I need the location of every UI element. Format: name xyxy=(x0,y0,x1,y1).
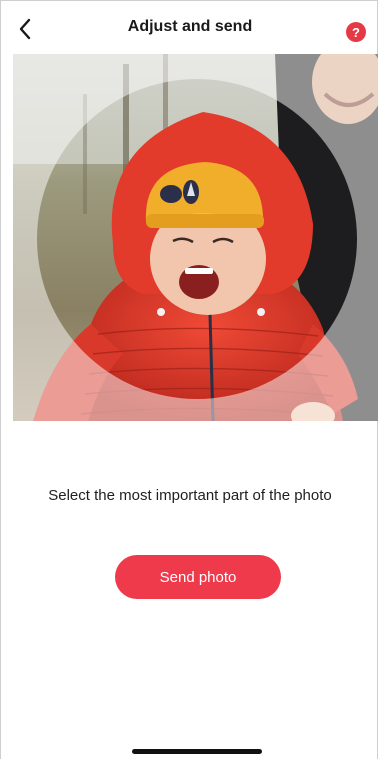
photo-image xyxy=(13,54,378,421)
screen: Adjust and send ? Select the most import… xyxy=(0,0,378,759)
send-photo-button[interactable]: Send photo xyxy=(115,555,281,599)
page-title: Adjust and send xyxy=(127,18,253,35)
help-icon: ? xyxy=(352,24,360,40)
instruction-text: Select the most important part of the ph… xyxy=(48,487,332,504)
top-bar: Adjust and send ? xyxy=(1,1,378,53)
photo-crop-area[interactable] xyxy=(13,54,378,421)
help-button[interactable]: ? xyxy=(346,22,366,42)
home-indicator[interactable] xyxy=(132,749,262,754)
